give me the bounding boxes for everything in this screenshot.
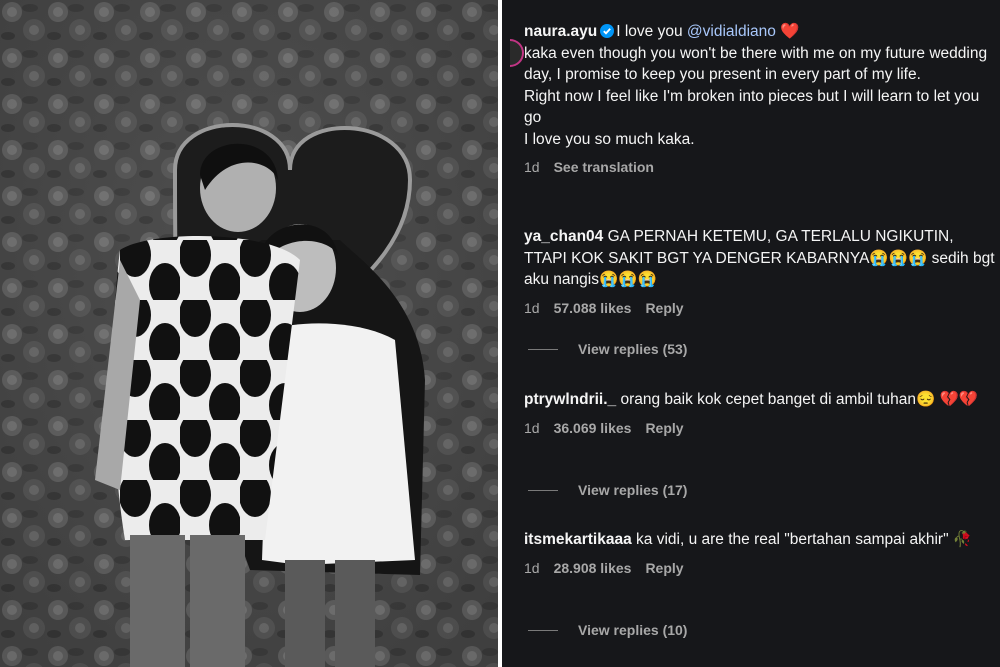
- comment-age: 1d: [524, 419, 540, 436]
- heart-emoji: ❤️: [775, 23, 800, 40]
- comment-username[interactable]: ya_chan04: [524, 228, 603, 245]
- comment-text: ya_chan04 GA PERNAH KETEMU, GA TERLALU N…: [524, 226, 1000, 291]
- like-count[interactable]: 57.088 likes: [554, 300, 632, 316]
- divider-line: [528, 629, 558, 631]
- comment-age: 1d: [524, 299, 540, 316]
- comment-body: ka vidi, u are the real "bertahan sampai…: [636, 531, 973, 548]
- comment-text-lead: I love you: [616, 23, 687, 40]
- comment-meta: 1d See translation: [524, 159, 1000, 175]
- comment-ya-chan04: ya_chan04 GA PERNAH KETEMU, GA TERLALU N…: [524, 226, 1000, 316]
- divider-line: [528, 348, 558, 350]
- comment-username[interactable]: naura.ayu: [524, 23, 597, 40]
- comment-body: orang baik kok cepet banget di ambil tuh…: [620, 391, 979, 408]
- comment-meta: 1d 57.088 likes Reply: [524, 300, 1000, 316]
- comment-age: 1d: [524, 559, 540, 576]
- divider-line: [528, 489, 558, 491]
- comments-panel: naura.ayu I love you @vidialdiano ❤️ kaka…: [502, 0, 1000, 667]
- comment-age: 1d: [524, 159, 540, 175]
- reply-button[interactable]: Reply: [645, 300, 683, 316]
- reply-button[interactable]: Reply: [645, 420, 683, 436]
- comment-username[interactable]: ptrywlndrii._: [524, 391, 616, 408]
- mention-link[interactable]: @vidialdiano: [687, 23, 776, 40]
- comment-text: naura.ayu I love you @vidialdiano ❤️ kaka…: [524, 21, 1000, 150]
- like-count[interactable]: 36.069 likes: [554, 420, 632, 436]
- comment-text: itsmekartikaaa ka vidi, u are the real "…: [524, 529, 1000, 551]
- avatar[interactable]: [510, 39, 524, 67]
- view-replies-label: View replies (53): [578, 341, 688, 357]
- view-replies-button[interactable]: View replies (53): [528, 341, 687, 357]
- comment-naura-ayu: naura.ayu I love you @vidialdiano ❤️ kaka…: [510, 21, 1000, 175]
- like-count[interactable]: 28.908 likes: [554, 560, 632, 576]
- comment-body: kaka even though you won't be there with…: [524, 44, 988, 148]
- view-replies-button[interactable]: View replies (17): [528, 482, 687, 498]
- comment-meta: 1d 28.908 likes Reply: [524, 560, 1000, 576]
- view-replies-button[interactable]: View replies (10): [528, 622, 687, 638]
- comment-username[interactable]: itsmekartikaaa: [524, 531, 632, 548]
- view-replies-label: View replies (10): [578, 622, 688, 638]
- verified-badge-icon: [600, 24, 615, 38]
- comment-ptrywlndrii: ptrywlndrii._ orang baik kok cepet bange…: [524, 389, 1000, 436]
- reply-button[interactable]: Reply: [645, 560, 683, 576]
- couple-photo-illustration: [0, 0, 498, 667]
- view-replies-label: View replies (17): [578, 482, 688, 498]
- comment-text: ptrywlndrii._ orang baik kok cepet bange…: [524, 389, 1000, 411]
- comment-itsmekartikaaa: itsmekartikaaa ka vidi, u are the real "…: [524, 529, 1000, 576]
- comment-meta: 1d 36.069 likes Reply: [524, 420, 1000, 436]
- see-translation-button[interactable]: See translation: [554, 159, 654, 175]
- post-photo: [0, 0, 498, 667]
